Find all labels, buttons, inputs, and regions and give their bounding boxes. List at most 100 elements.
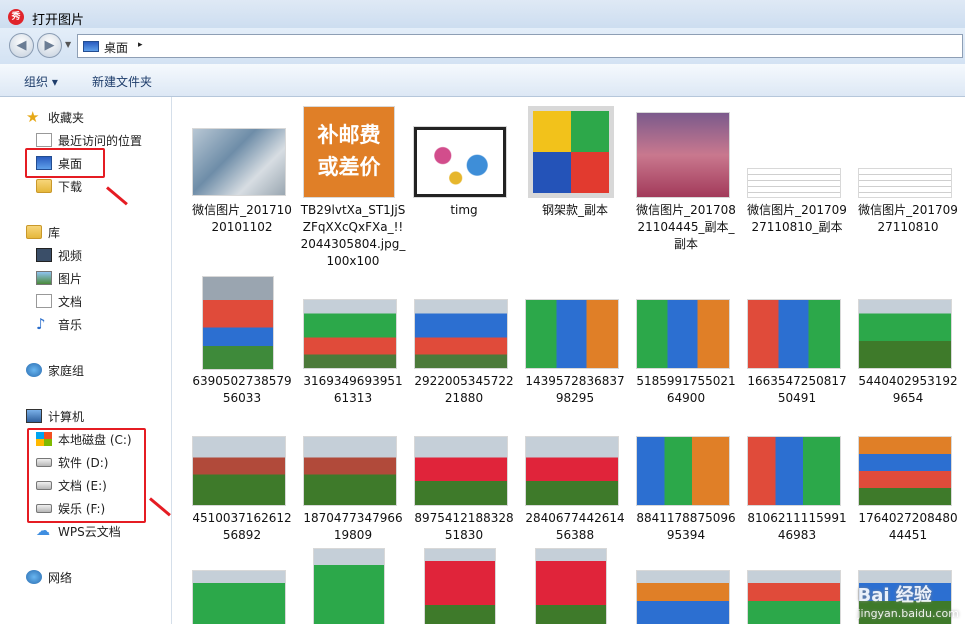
sidebar-item-computer[interactable]: 计算机 — [26, 406, 84, 426]
file-item[interactable]: 143957283683798295 — [522, 277, 628, 407]
document-icon — [36, 294, 52, 308]
downloads-folder-icon — [36, 179, 52, 193]
baidu-watermark-logo: Bai 经验 jingyan.baidu.com — [857, 581, 959, 620]
file-name: 176402720848044451 — [858, 511, 958, 542]
music-note-icon: ♪ — [36, 315, 46, 333]
file-item[interactable]: 176402720848044451 — [855, 415, 961, 545]
file-name: 639050273857956033 — [192, 374, 292, 405]
sidebar-item-wps-cloud[interactable]: ☁ WPS云文档 — [36, 521, 121, 541]
file-thumbnail — [414, 127, 506, 197]
file-thumbnail[interactable] — [637, 571, 729, 624]
sidebar-item-homegroup[interactable]: 家庭组 — [26, 360, 84, 380]
file-thumbnail — [304, 300, 396, 368]
file-name: 166354725081750491 — [747, 374, 847, 405]
address-bar[interactable]: 桌面 ▸ — [77, 34, 963, 58]
file-name: 微信图片_20171020101102 — [192, 203, 292, 234]
sidebar-item-label: 下载 — [58, 179, 83, 194]
recent-pages-dropdown[interactable]: ▼ — [65, 40, 71, 49]
file-thumbnail — [637, 437, 729, 505]
file-name: 884117887509695394 — [636, 511, 736, 542]
sidebar-item-label: 最近访问的位置 — [58, 133, 143, 148]
sidebar-item-label: 网络 — [48, 570, 73, 585]
breadcrumb-arrow-icon[interactable]: ▸ — [138, 40, 143, 50]
file-item[interactable]: 284067744261456388 — [522, 415, 628, 545]
sidebar-item-downloads[interactable]: 下载 — [36, 176, 82, 196]
file-item[interactable]: 微信图片_20170927110810_副本 — [744, 107, 850, 262]
sidebar-item-label: 音乐 — [58, 317, 83, 332]
sidebar-item-documents[interactable]: 文档 — [36, 291, 82, 311]
sidebar-item-label: 收藏夹 — [48, 110, 85, 125]
sidebar-item-label: 库 — [48, 225, 61, 240]
file-item[interactable]: 292200534572221880 — [411, 277, 517, 407]
watermark-url: jingyan.baidu.com — [857, 607, 959, 620]
sidebar-item-music[interactable]: ♪ 音乐 — [36, 314, 82, 334]
file-thumbnail — [193, 129, 285, 195]
file-thumbnail: 补邮费 或差价 — [304, 107, 394, 197]
file-item[interactable]: 810621111599146983 — [744, 415, 850, 545]
file-thumbnail — [637, 300, 729, 368]
file-item[interactable]: 微信图片_20170821104445_副本_副本 — [633, 107, 739, 262]
file-name: TB29lvtXa_ST1JjSZFqXXcQxFXa_!!2044305804… — [300, 203, 406, 268]
file-thumbnail — [193, 437, 285, 505]
window-title: 打开图片 — [32, 13, 85, 28]
file-name: 54404029531929654 — [858, 374, 958, 405]
file-item[interactable]: 微信图片_20170927110810 — [855, 107, 961, 262]
organize-button[interactable]: 组织 ▾ — [24, 73, 58, 90]
file-thumbnail[interactable] — [425, 549, 495, 624]
file-name: 微信图片_20170927110810 — [858, 203, 958, 234]
file-thumbnail — [415, 437, 507, 505]
file-thumbnail — [637, 113, 729, 197]
breadcrumb-desktop[interactable]: 桌面 — [104, 39, 128, 56]
command-bar: 组织 ▾ 新建文件夹 — [0, 64, 965, 97]
file-item[interactable]: 微信图片_20171020101102 — [189, 107, 295, 262]
file-item[interactable]: timg — [411, 107, 517, 262]
thumbnail-text: 或差价 — [317, 155, 381, 179]
file-name: 284067744261456388 — [525, 511, 625, 542]
file-item[interactable]: 451003716261256892 — [189, 415, 295, 545]
sidebar-item-libraries[interactable]: 库 — [26, 222, 60, 242]
file-thumbnail[interactable] — [193, 571, 285, 624]
file-item[interactable]: 166354725081750491 — [744, 277, 850, 407]
file-name: 451003716261256892 — [192, 511, 292, 542]
back-button[interactable]: ◀ — [9, 33, 34, 58]
file-thumbnail — [526, 437, 618, 505]
file-thumbnail — [529, 107, 613, 197]
computer-icon — [26, 409, 42, 423]
file-thumbnail[interactable] — [536, 549, 606, 624]
file-item[interactable]: 补邮费 或差价 TB29lvtXa_ST1JjSZFqXXcQxFXa_!!20… — [300, 107, 406, 268]
file-thumbnail — [748, 437, 840, 505]
file-thumbnail — [859, 300, 951, 368]
file-thumbnail — [748, 300, 840, 368]
new-folder-button[interactable]: 新建文件夹 — [92, 73, 152, 90]
forward-button[interactable]: ▶ — [37, 33, 62, 58]
file-thumbnail — [304, 437, 396, 505]
file-thumbnail[interactable] — [748, 571, 840, 624]
annotation-box-desktop — [25, 148, 105, 178]
file-thumbnail[interactable] — [314, 549, 384, 624]
video-icon — [36, 248, 52, 262]
file-item[interactable]: 884117887509695394 — [633, 415, 739, 545]
sidebar-item-pictures[interactable]: 图片 — [36, 268, 82, 288]
file-item[interactable]: 897541218832851830 — [411, 415, 517, 545]
sidebar-item-label: 计算机 — [48, 409, 85, 424]
file-name: 微信图片_20170821104445_副本_副本 — [636, 203, 736, 251]
desktop-icon — [83, 41, 99, 52]
annotation-box-drives — [27, 428, 146, 523]
file-item[interactable]: 187047734796619809 — [300, 415, 406, 545]
sidebar-item-label: 家庭组 — [48, 363, 85, 378]
sidebar-item-videos[interactable]: 视频 — [36, 245, 82, 265]
file-item[interactable]: 钢架款_副本 — [522, 107, 628, 262]
sidebar-item-recent[interactable]: 最近访问的位置 — [36, 130, 142, 150]
star-icon: ★ — [26, 108, 40, 126]
sidebar-item-favorites[interactable]: ★ 收藏夹 — [26, 107, 84, 127]
file-name: timg — [450, 203, 478, 217]
cloud-icon: ☁ — [36, 523, 50, 539]
file-thumbnail — [415, 300, 507, 368]
file-name: 316934969395161313 — [303, 374, 403, 405]
file-item[interactable]: 316934969395161313 — [300, 277, 406, 407]
sidebar-item-network[interactable]: 网络 — [26, 567, 72, 587]
file-thumbnail — [203, 277, 273, 369]
file-item[interactable]: 518599175502164900 — [633, 277, 739, 407]
file-item[interactable]: 639050273857956033 — [189, 277, 295, 407]
file-item[interactable]: 54404029531929654 — [855, 277, 961, 407]
